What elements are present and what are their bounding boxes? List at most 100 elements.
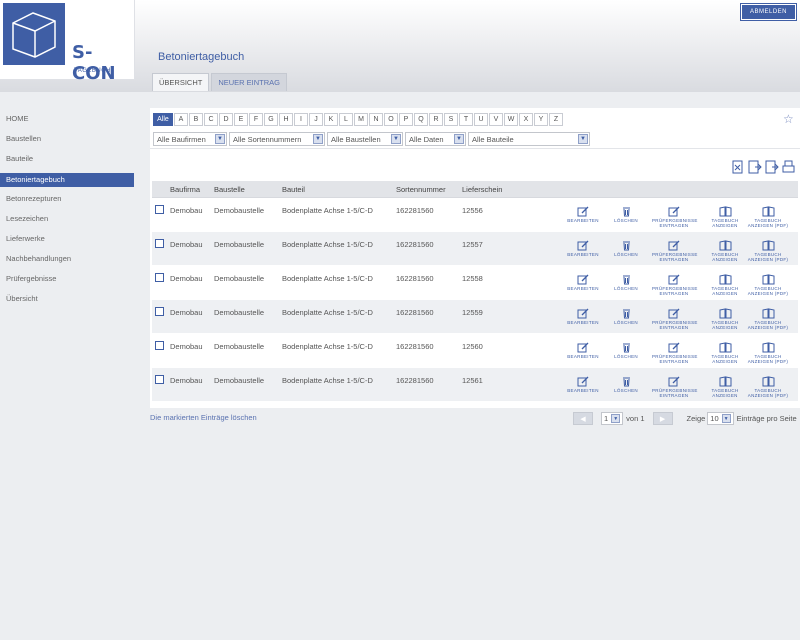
row-checkbox[interactable] bbox=[155, 375, 164, 384]
row-action-tagebuch-anzeigenpdf[interactable]: TAGEBUCH ANZEIGEN (PDF) bbox=[746, 240, 790, 262]
alphabet-letter-w[interactable]: W bbox=[504, 113, 518, 126]
cell-baustelle: Demobaustelle bbox=[214, 274, 265, 283]
sidebar-item-home[interactable]: HOME bbox=[0, 110, 135, 130]
star-icon[interactable]: ☆ bbox=[783, 112, 794, 126]
alphabet-letter-s[interactable]: S bbox=[444, 113, 458, 126]
row-action-prüfergebnisse-eintragen[interactable]: PRÜFERGEBNISSE EINTRAGEN bbox=[652, 240, 697, 262]
row-action-tagebuch-anzeigen[interactable]: TAGEBUCH ANZEIGEN bbox=[703, 342, 747, 364]
row-checkbox[interactable] bbox=[155, 341, 164, 350]
sidebar-item-pruefergebnisse[interactable]: Prüfergebnisse bbox=[0, 270, 135, 290]
row-action-löschen[interactable]: LÖSCHEN bbox=[604, 376, 648, 393]
row-action-tagebuch-anzeigen[interactable]: TAGEBUCH ANZEIGEN bbox=[703, 376, 747, 398]
row-action-tagebuch-anzeigen[interactable]: TAGEBUCH ANZEIGEN bbox=[703, 206, 747, 228]
row-action-tagebuch-anzeigen[interactable]: TAGEBUCH ANZEIGEN bbox=[703, 308, 747, 330]
column-header-baustelle[interactable]: Baustelle bbox=[214, 185, 245, 194]
alphabet-letter-p[interactable]: P bbox=[399, 113, 413, 126]
sidebar-item-baustellen[interactable]: Baustellen bbox=[0, 130, 135, 150]
row-action-prüfergebnisse-eintragen[interactable]: PRÜFERGEBNISSE EINTRAGEN bbox=[652, 308, 697, 330]
logo[interactable]: S-CON TAGEBUCH bbox=[0, 0, 135, 84]
sidebar-item-betoniertagebuch[interactable]: Betoniertagebuch bbox=[0, 173, 134, 187]
filter-sortennummer-select[interactable]: Alle Sortennummern ▼ bbox=[229, 132, 325, 146]
alphabet-letter-j[interactable]: J bbox=[309, 113, 323, 126]
alphabet-letter-k[interactable]: K bbox=[324, 113, 338, 126]
row-action-bearbeiten[interactable]: BEARBEITEN bbox=[561, 274, 605, 291]
row-action-bearbeiten[interactable]: BEARBEITEN bbox=[561, 376, 605, 393]
sidebar-item-nachbehandlungen[interactable]: Nachbehandlungen bbox=[0, 250, 135, 270]
alphabet-letter-t[interactable]: T bbox=[459, 113, 473, 126]
alphabet-letter-i[interactable]: I bbox=[294, 113, 308, 126]
filter-datum-select[interactable]: Alle Daten ▼ bbox=[405, 132, 466, 146]
filter-baustelle-select[interactable]: Alle Baustellen ▼ bbox=[327, 132, 403, 146]
alphabet-letter-l[interactable]: L bbox=[339, 113, 353, 126]
row-action-löschen[interactable]: LÖSCHEN bbox=[604, 342, 648, 359]
row-action-bearbeiten[interactable]: BEARBEITEN bbox=[561, 206, 605, 223]
sidebar-item-uebersicht[interactable]: Übersicht bbox=[0, 290, 135, 310]
print-icon[interactable] bbox=[781, 160, 796, 174]
alphabet-letter-n[interactable]: N bbox=[369, 113, 383, 126]
filter-baufirma-select[interactable]: Alle Baufirmen ▼ bbox=[153, 132, 227, 146]
alphabet-letter-u[interactable]: U bbox=[474, 113, 488, 126]
row-checkbox[interactable] bbox=[155, 205, 164, 214]
row-action-tagebuch-anzeigenpdf[interactable]: TAGEBUCH ANZEIGEN (PDF) bbox=[746, 308, 790, 330]
column-header-baufirma[interactable]: Baufirma bbox=[170, 185, 200, 194]
row-action-prüfergebnisse-eintragen[interactable]: PRÜFERGEBNISSE EINTRAGEN bbox=[652, 376, 697, 398]
tab-overview[interactable]: ÜBERSICHT bbox=[152, 73, 210, 91]
row-action-tagebuch-anzeigenpdf[interactable]: TAGEBUCH ANZEIGEN (PDF) bbox=[746, 376, 790, 398]
logout-button[interactable]: ABMELDEN bbox=[741, 4, 796, 20]
book-icon bbox=[703, 206, 747, 217]
filter-bauteil-select[interactable]: Alle Bauteile ▼ bbox=[468, 132, 590, 146]
row-action-bearbeiten[interactable]: BEARBEITEN bbox=[561, 240, 605, 257]
tab-new-entry[interactable]: NEUER EINTRAG bbox=[211, 73, 288, 91]
row-action-löschen[interactable]: LÖSCHEN bbox=[604, 240, 648, 257]
alphabet-letter-g[interactable]: G bbox=[264, 113, 278, 126]
row-action-löschen[interactable]: LÖSCHEN bbox=[604, 308, 648, 325]
row-action-bearbeiten[interactable]: BEARBEITEN bbox=[561, 308, 605, 325]
alphabet-letter-o[interactable]: O bbox=[384, 113, 398, 126]
sidebar-item-lesezeichen[interactable]: Lesezeichen bbox=[0, 210, 135, 230]
row-action-löschen[interactable]: LÖSCHEN bbox=[604, 206, 648, 223]
row-action-tagebuch-anzeigen[interactable]: TAGEBUCH ANZEIGEN bbox=[703, 240, 747, 262]
alphabet-letter-b[interactable]: B bbox=[189, 113, 203, 126]
column-header-sortennummer[interactable]: Sortennummer bbox=[396, 185, 446, 194]
alphabet-letter-q[interactable]: Q bbox=[414, 113, 428, 126]
alphabet-letter-e[interactable]: E bbox=[234, 113, 248, 126]
column-header-lieferschein[interactable]: Lieferschein bbox=[462, 185, 502, 194]
alphabet-letter-h[interactable]: H bbox=[279, 113, 293, 126]
column-header-bauteil[interactable]: Bauteil bbox=[282, 185, 305, 194]
row-checkbox[interactable] bbox=[155, 239, 164, 248]
next-page-button[interactable]: ▶ bbox=[652, 412, 673, 425]
alphabet-letter-m[interactable]: M bbox=[354, 113, 368, 126]
alphabet-letter-y[interactable]: Y bbox=[534, 113, 548, 126]
alphabet-letter-r[interactable]: R bbox=[429, 113, 443, 126]
sidebar-item-lieferwerke[interactable]: Lieferwerke bbox=[0, 230, 135, 250]
sidebar-item-bauteile[interactable]: Bauteile bbox=[0, 150, 135, 170]
export-excel-icon[interactable] bbox=[730, 160, 745, 174]
row-checkbox[interactable] bbox=[155, 307, 164, 316]
per-page-select[interactable]: 10 ▼ bbox=[707, 412, 734, 425]
sidebar-item-betonrezepturen[interactable]: Betonrezepturen bbox=[0, 190, 135, 210]
row-action-löschen[interactable]: LÖSCHEN bbox=[604, 274, 648, 291]
row-action-prüfergebnisse-eintragen[interactable]: PRÜFERGEBNISSE EINTRAGEN bbox=[652, 206, 697, 228]
alphabet-letter-alle[interactable]: Alle bbox=[153, 113, 173, 126]
alphabet-letter-f[interactable]: F bbox=[249, 113, 263, 126]
delete-marked-link[interactable]: Die markierten Einträge löschen bbox=[150, 413, 257, 422]
row-action-prüfergebnisse-eintragen[interactable]: PRÜFERGEBNISSE EINTRAGEN bbox=[652, 342, 697, 364]
book-icon bbox=[703, 342, 747, 353]
prev-page-button[interactable]: ◀ bbox=[573, 412, 593, 425]
row-checkbox[interactable] bbox=[155, 273, 164, 282]
page-select[interactable]: 1 ▼ bbox=[601, 412, 624, 425]
alphabet-letter-d[interactable]: D bbox=[219, 113, 233, 126]
alphabet-letter-x[interactable]: X bbox=[519, 113, 533, 126]
row-action-tagebuch-anzeigenpdf[interactable]: TAGEBUCH ANZEIGEN (PDF) bbox=[746, 206, 790, 228]
row-action-tagebuch-anzeigenpdf[interactable]: TAGEBUCH ANZEIGEN (PDF) bbox=[746, 274, 790, 296]
row-action-tagebuch-anzeigenpdf[interactable]: TAGEBUCH ANZEIGEN (PDF) bbox=[746, 342, 790, 364]
alphabet-letter-a[interactable]: A bbox=[174, 113, 188, 126]
row-action-bearbeiten[interactable]: BEARBEITEN bbox=[561, 342, 605, 359]
row-action-prüfergebnisse-eintragen[interactable]: PRÜFERGEBNISSE EINTRAGEN bbox=[652, 274, 697, 296]
export-document-icon[interactable] bbox=[747, 160, 762, 174]
alphabet-letter-z[interactable]: Z bbox=[549, 113, 563, 126]
row-action-tagebuch-anzeigen[interactable]: TAGEBUCH ANZEIGEN bbox=[703, 274, 747, 296]
alphabet-letter-c[interactable]: C bbox=[204, 113, 218, 126]
alphabet-letter-v[interactable]: V bbox=[489, 113, 503, 126]
export-file-icon[interactable] bbox=[764, 160, 779, 174]
